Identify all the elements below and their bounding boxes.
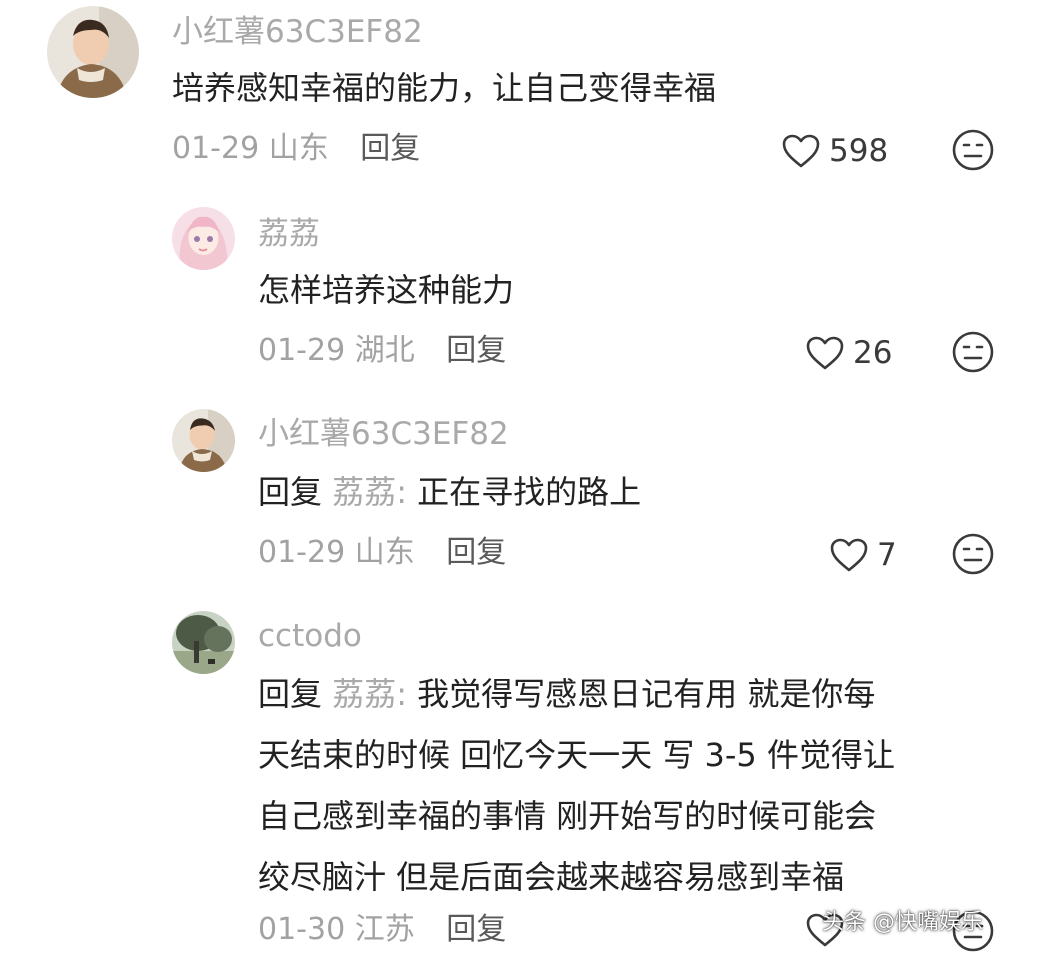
comment-location: 山东 (268, 131, 329, 166)
dislike-button[interactable] (951, 532, 995, 580)
like-count: 598 (829, 133, 889, 169)
comment-date: 01-29 (258, 333, 346, 368)
comment-text: 培养感知幸福的能力，让自己变得幸福 (172, 69, 717, 107)
reply-text: 我觉得写感恩日记有用 就是你每 (417, 675, 876, 713)
comment-date: 01-29 (258, 535, 346, 570)
comment-line: 自己感到幸福的事情 刚开始写的时候可能会 (258, 797, 877, 835)
comment-date: 01-29 (172, 131, 260, 166)
like-button[interactable]: 7 (829, 535, 897, 575)
reply-prefix: 回复 (258, 675, 323, 713)
comment-username[interactable]: 小红薯63C3EF82 (258, 414, 509, 454)
like-count: 7 (877, 537, 897, 573)
comment-meta: 01-29 山东 回复 (258, 533, 506, 573)
comment-location: 山东 (354, 535, 415, 570)
comment-username[interactable]: 荔荔 (258, 214, 320, 254)
boy-photo-avatar-icon (47, 6, 139, 98)
comment-text: 回复 荔荔: 我觉得写感恩日记有用 就是你每 天结束的时候 回忆今天一天 写 3… (258, 664, 895, 908)
heart-icon (806, 336, 844, 370)
heart-icon (782, 134, 820, 168)
reply-button[interactable]: 回复 (446, 535, 506, 570)
reply-prefix: 回复 (258, 473, 323, 511)
boy-photo-avatar-icon (172, 409, 235, 472)
reply-to-user[interactable]: 荔荔: (332, 675, 407, 713)
avatar[interactable] (172, 409, 235, 472)
avatar[interactable] (172, 207, 235, 270)
dislike-face-icon (952, 331, 994, 373)
watermark: 头条 @快嘴娱乐 (822, 910, 983, 935)
comment-location: 江苏 (354, 912, 415, 947)
anime-girl-avatar-icon (172, 207, 235, 270)
reply-to-user[interactable]: 荔荔: (332, 473, 407, 511)
avatar[interactable] (47, 6, 139, 98)
dislike-button[interactable] (951, 128, 995, 176)
comment-meta: 01-29 湖北 回复 (258, 331, 506, 371)
comment-meta: 01-30 江苏 回复 (258, 910, 506, 950)
dislike-button[interactable] (951, 330, 995, 378)
comment-text: 怎样培养这种能力 (258, 271, 515, 309)
comment-location: 湖北 (354, 333, 415, 368)
comment-username[interactable]: cctodo (258, 616, 362, 656)
comment-text: 回复 荔荔: 正在寻找的路上 (258, 462, 641, 523)
like-button[interactable]: 598 (781, 131, 888, 171)
heart-icon (830, 538, 868, 572)
reply-button[interactable]: 回复 (446, 333, 506, 368)
tree-landscape-avatar-icon (172, 611, 235, 674)
comment-line: 天结束的时候 回忆今天一天 写 3-5 件觉得让 (258, 736, 895, 774)
like-button[interactable]: 26 (805, 333, 892, 373)
comment-line: 回复 荔荔: 我觉得写感恩日记有用 就是你每 (258, 664, 895, 725)
dislike-face-icon (952, 533, 994, 575)
like-count: 26 (853, 335, 893, 371)
dislike-face-icon (952, 129, 994, 171)
comment-line: 绞尽脑汁 但是后面会越来越容易感到幸福 (258, 858, 845, 896)
avatar[interactable] (172, 611, 235, 674)
reply-button[interactable]: 回复 (360, 131, 420, 166)
comment-username[interactable]: 小红薯63C3EF82 (172, 12, 423, 52)
comment-date: 01-30 (258, 912, 346, 947)
reply-button[interactable]: 回复 (446, 912, 506, 947)
reply-text: 正在寻找的路上 (417, 473, 642, 511)
comment-meta: 01-29 山东 回复 (172, 129, 420, 169)
